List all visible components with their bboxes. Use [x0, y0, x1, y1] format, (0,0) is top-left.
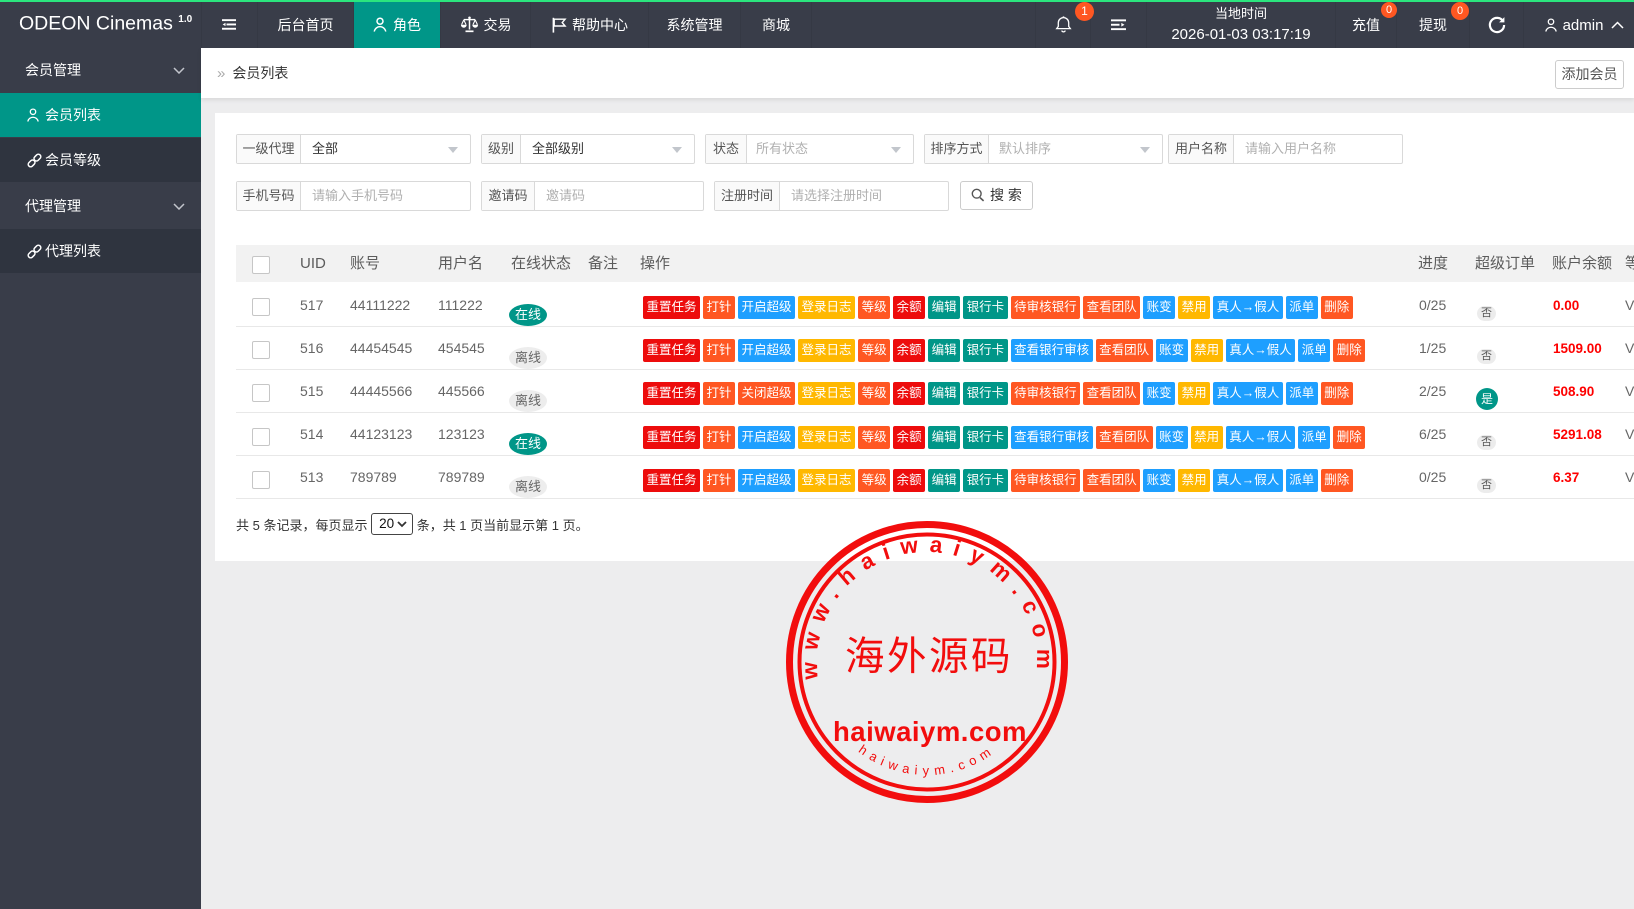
- svg-text:haiwaiym.com: haiwaiym.com: [833, 716, 1027, 747]
- svg-text:海外源码: 海外源码: [845, 635, 1013, 679]
- svg-text:haiwaiym.com: haiwaiym.com: [856, 742, 998, 778]
